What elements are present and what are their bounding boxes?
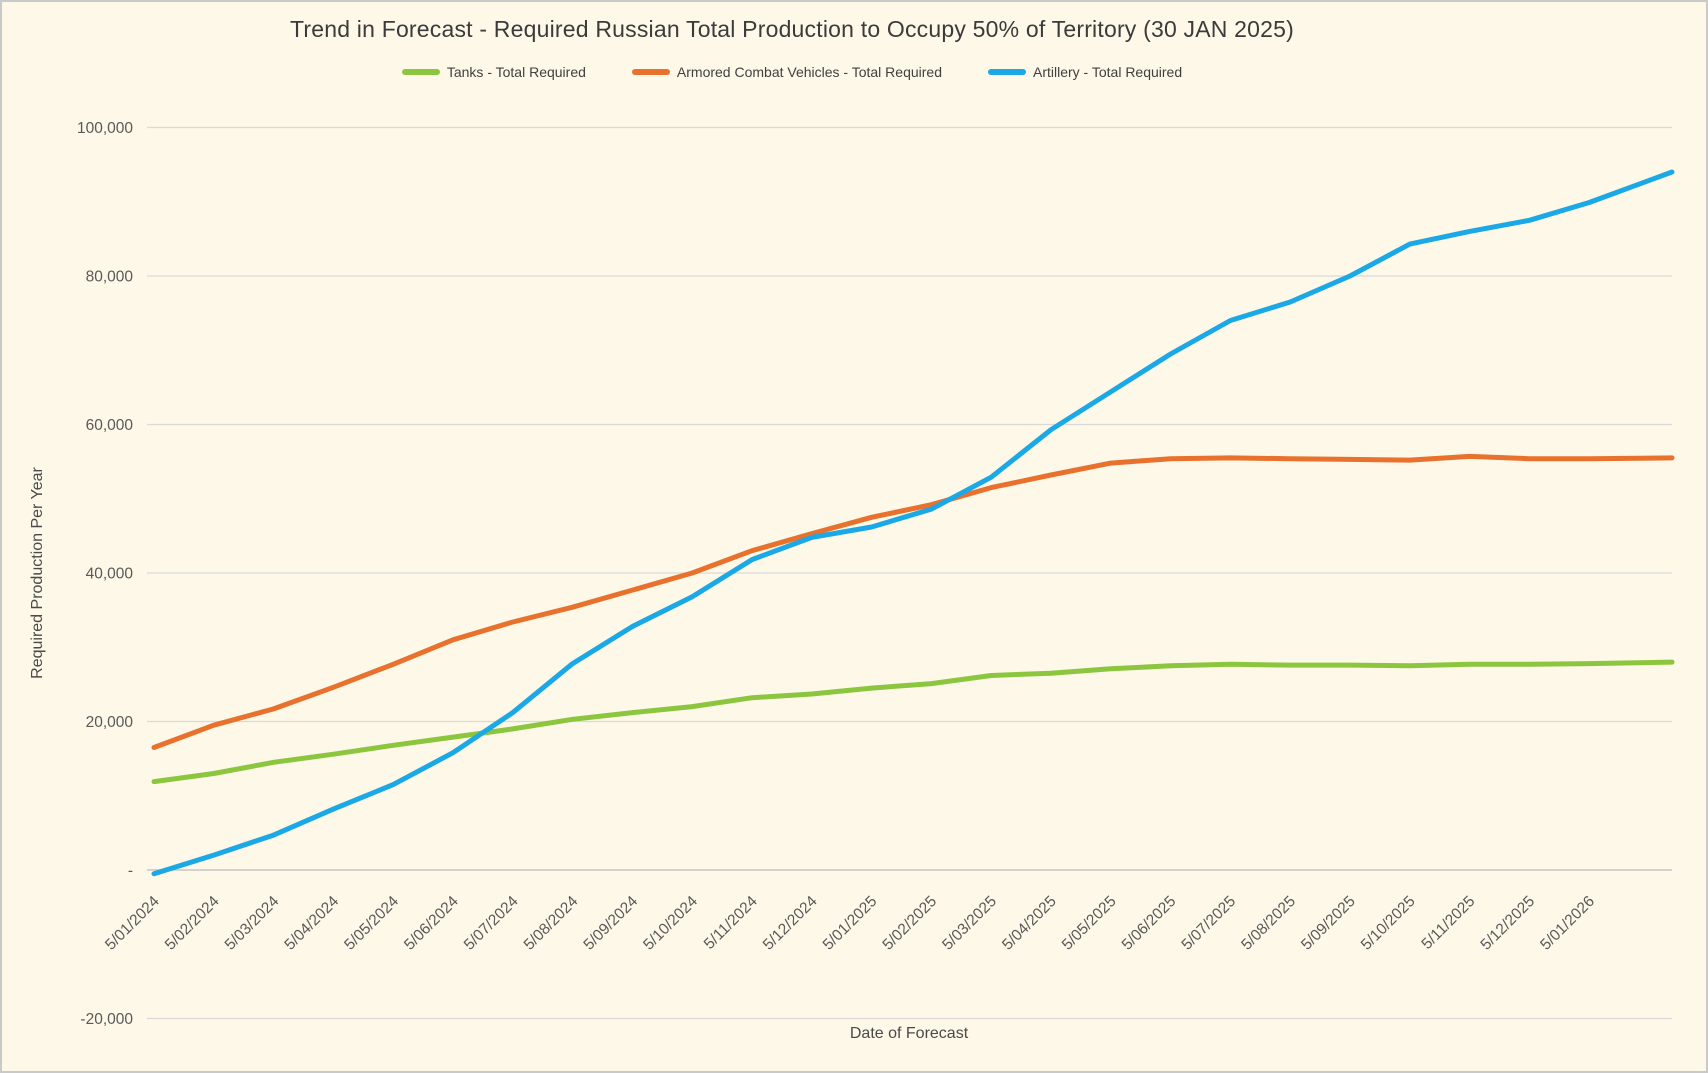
x-tick-label: 5/01/2025 — [820, 893, 881, 954]
y-tick-label: 80,000 — [86, 269, 134, 286]
x-tick-label: 5/01/2024 — [102, 893, 163, 954]
x-tick-label: 5/01/2026 — [1537, 893, 1598, 954]
x-tick-label: 5/05/2025 — [1059, 893, 1120, 954]
x-tick-label: 5/11/2024 — [701, 893, 761, 953]
x-tick-label: 5/11/2025 — [1418, 893, 1478, 953]
series-line-armored — [154, 456, 1672, 747]
x-tick-label: 5/09/2025 — [1298, 893, 1359, 954]
chart-plot: 100,000 80,000 60,000 40,000 20,000 - -20,000 5… — [2, 2, 1708, 1073]
x-tick-label: 5/08/2025 — [1238, 893, 1299, 954]
y-tick-label: -20,000 — [80, 1011, 133, 1028]
y-tick-label: 20,000 — [86, 714, 134, 731]
x-tick-label: 5/02/2025 — [879, 893, 940, 954]
labels-layer: 100,000 80,000 60,000 40,000 20,000 - -20,000 5… — [77, 120, 1598, 1028]
x-tick-label: 5/10/2024 — [640, 893, 701, 954]
x-tick-label: 5/05/2024 — [341, 893, 402, 954]
chart-frame: Trend in Forecast - Required Russian Tot… — [0, 0, 1708, 1073]
x-tick-label: 5/12/2024 — [760, 893, 821, 954]
x-tick-label: 5/09/2024 — [580, 893, 641, 954]
x-tick-label: 5/06/2025 — [1119, 893, 1180, 954]
x-tick-label: 5/06/2024 — [401, 893, 462, 954]
series-layer — [154, 172, 1672, 874]
y-tick-label: - — [128, 863, 133, 880]
y-tick-label: 40,000 — [86, 566, 134, 583]
x-tick-label: 5/04/2024 — [281, 893, 342, 954]
x-tick-label: 5/12/2025 — [1477, 893, 1538, 954]
x-tick-label: 5/10/2025 — [1358, 893, 1419, 954]
x-tick-label: 5/02/2024 — [162, 893, 223, 954]
y-tick-label: 100,000 — [77, 120, 133, 137]
x-tick-label: 5/07/2025 — [1178, 893, 1239, 954]
x-tick-label: 5/07/2024 — [461, 893, 522, 954]
x-tick-label: 5/04/2025 — [999, 893, 1060, 954]
series-line-artillery — [154, 172, 1672, 874]
x-tick-label: 5/03/2024 — [222, 893, 283, 954]
grid-layer — [147, 128, 1672, 1019]
x-axis-title: Date of Forecast — [850, 1025, 969, 1042]
y-axis-title: Required Production Per Year — [29, 466, 46, 678]
x-tick-label: 5/03/2025 — [939, 893, 1000, 954]
y-tick-label: 60,000 — [86, 417, 134, 434]
x-tick-label: 5/08/2024 — [521, 893, 582, 954]
